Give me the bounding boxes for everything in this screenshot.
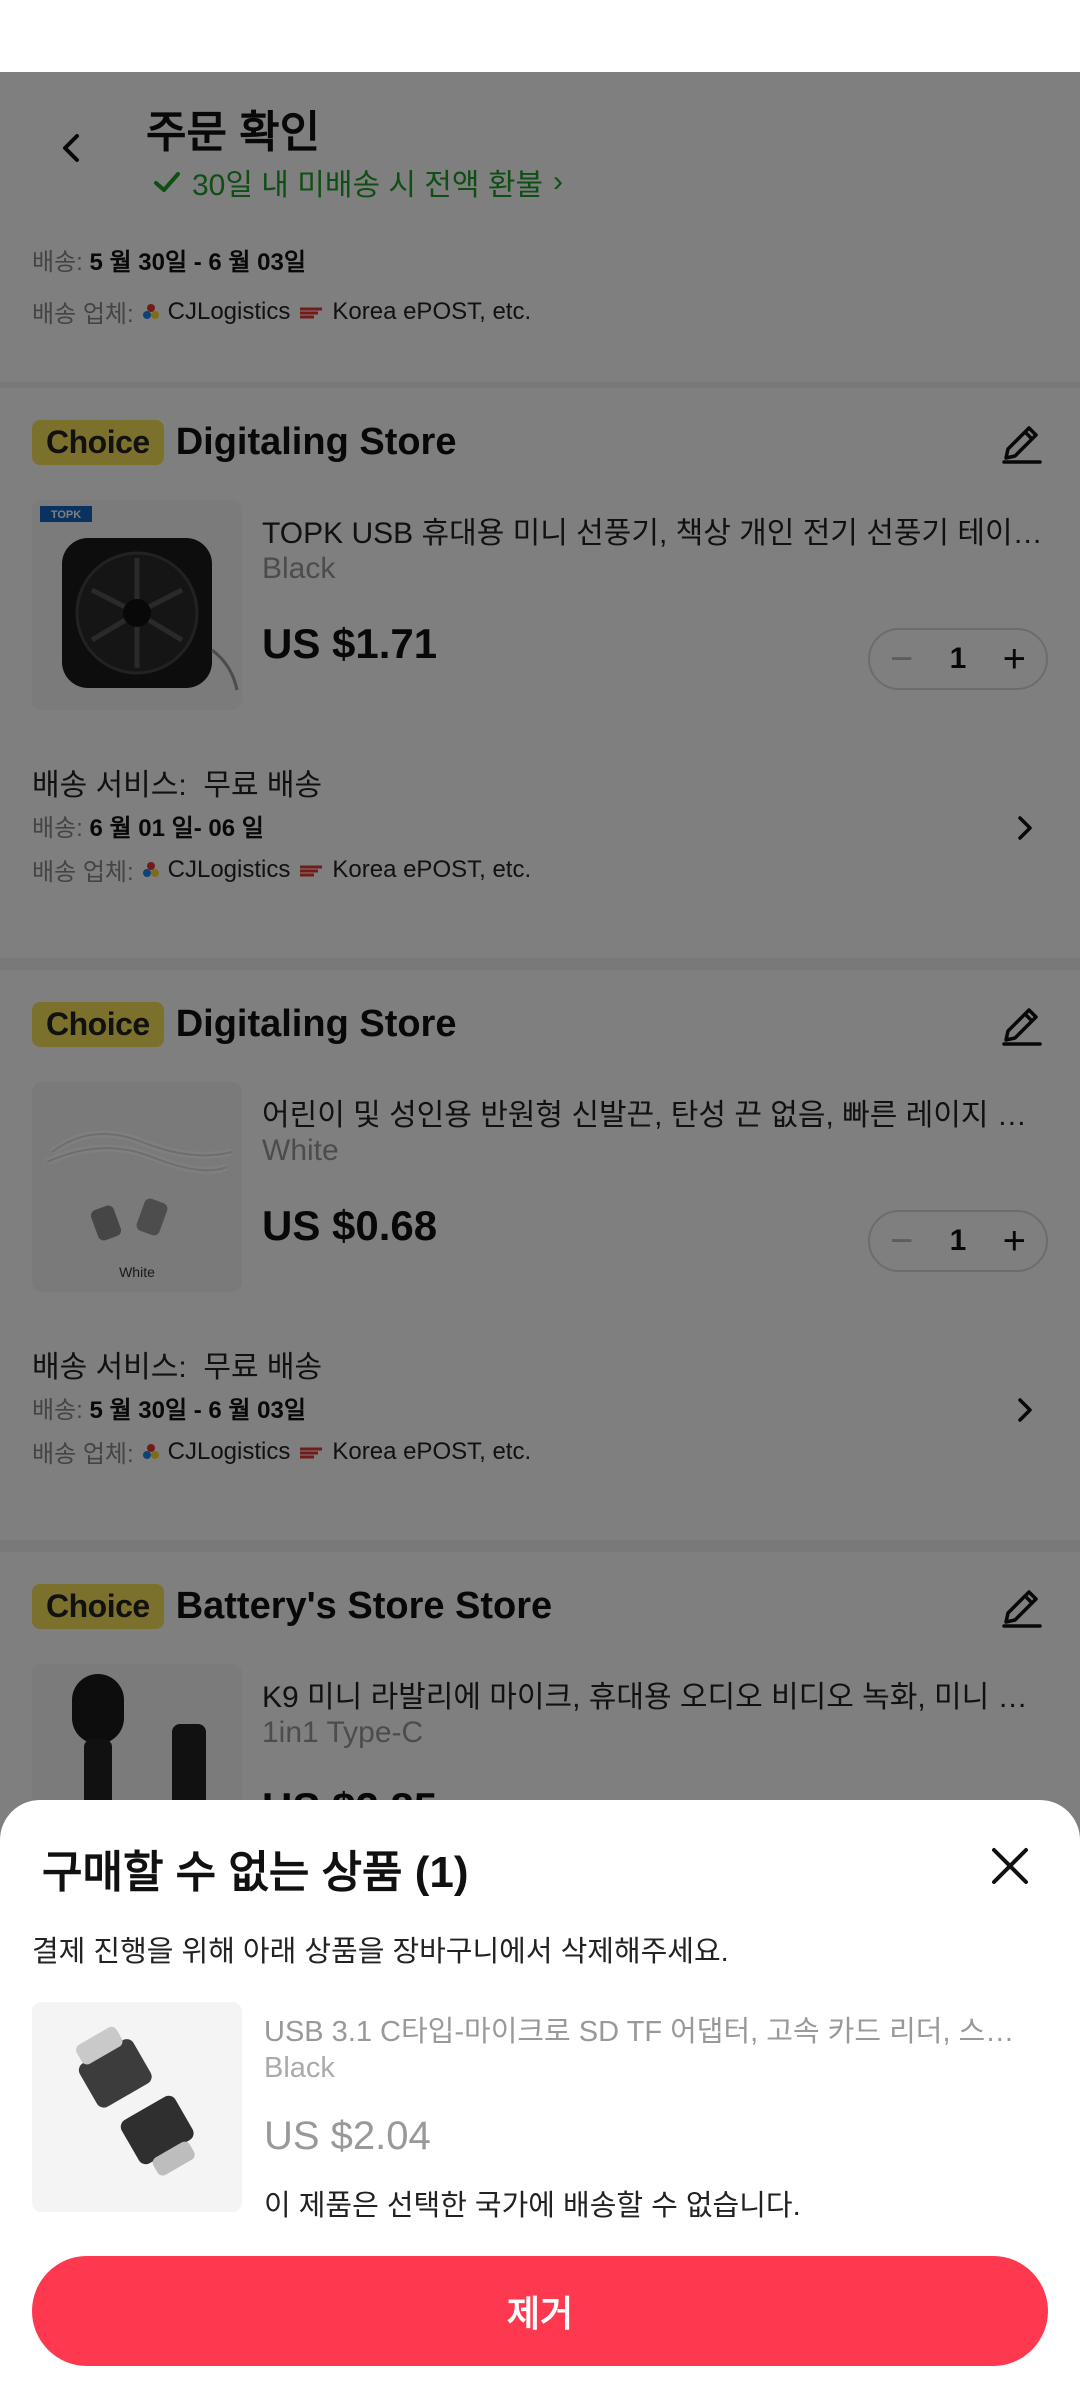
remove-button[interactable]: 제거 [32,2256,1048,2366]
status-bar [0,0,1080,72]
sheet-title: 구매할 수 없는 상품 (1) [42,1848,469,1897]
unavailable-product-price: US $2.04 [264,2114,431,2158]
unavailable-items-sheet: 구매할 수 없는 상품 (1) 결제 진행을 위해 아래 상품을 장바구니에서 … [0,1800,1080,2400]
sd-adapter-image [32,2002,242,2212]
unavailable-product-variant: Black [264,2052,335,2084]
unavailable-product-title: USB 3.1 C타입-마이크로 SD TF 어댑터, 고속 카드 리더, 스마… [264,2016,1034,2048]
close-icon[interactable] [982,1838,1038,1894]
unavailable-product-image [32,2002,242,2212]
unavailable-reason: 이 제품은 선택한 국가에 배송할 수 없습니다. [264,2190,801,2222]
sheet-description: 결제 진행을 위해 아래 상품을 장바구니에서 삭제해주세요. [32,1936,729,1968]
